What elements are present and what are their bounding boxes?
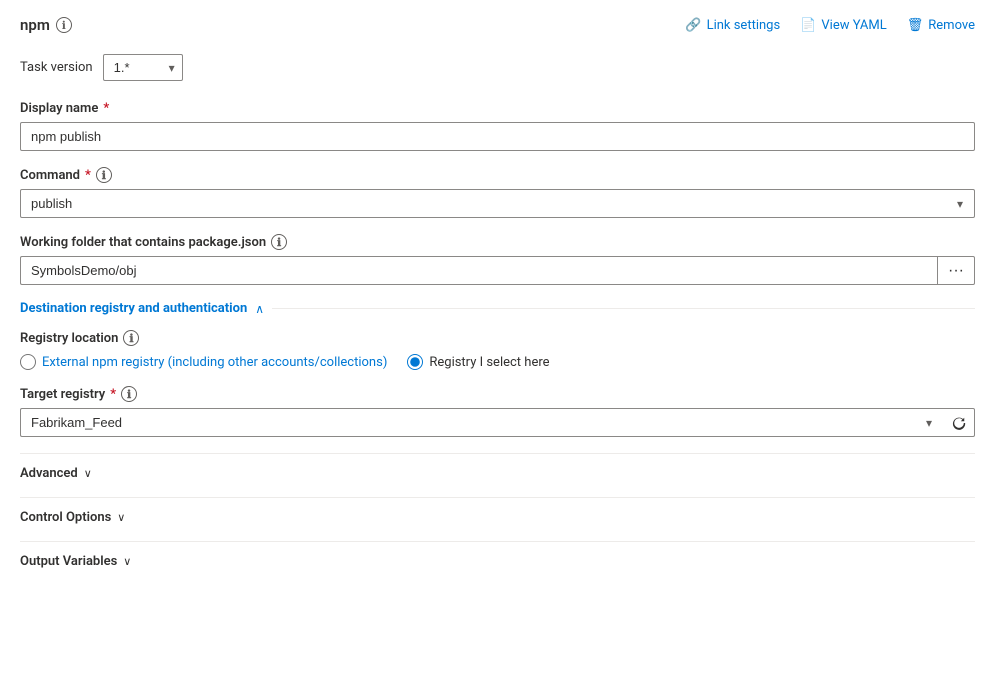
- advanced-title: Advanced: [20, 466, 78, 481]
- command-label: Command * ℹ: [20, 167, 975, 183]
- link-settings-label: Link settings: [707, 18, 781, 33]
- working-folder-info-icon[interactable]: ℹ: [271, 234, 287, 250]
- command-select-wrapper: publish install custom ▾: [20, 189, 975, 218]
- advanced-header[interactable]: Advanced ∨: [20, 453, 975, 493]
- target-registry-select-wrapper: Fabrikam_Feed ▾: [20, 408, 944, 437]
- registry-select-here-label: Registry I select here: [429, 355, 549, 370]
- task-version-select[interactable]: 1.* 2.* 0.*: [103, 54, 183, 81]
- working-folder-input-row: ···: [20, 256, 975, 285]
- working-folder-label: Working folder that contains package.jso…: [20, 234, 975, 250]
- remove-icon: 🗑: [907, 18, 924, 33]
- npm-info-icon[interactable]: ℹ: [56, 17, 72, 33]
- control-options-header[interactable]: Control Options ∨: [20, 497, 975, 537]
- control-options-section: Control Options ∨: [20, 497, 975, 537]
- registry-location-label: Registry location ℹ: [20, 330, 975, 346]
- display-name-group: Display name *: [20, 101, 975, 151]
- link-settings-action[interactable]: 🔗 Link settings: [685, 18, 780, 33]
- task-version-select-wrapper: 1.* 2.* 0.* ▾: [103, 54, 183, 81]
- top-actions: 🔗 Link settings 📄 View YAML 🗑 Remove: [685, 18, 975, 33]
- display-name-input[interactable]: [20, 122, 975, 151]
- control-options-chevron-icon: ∨: [117, 511, 125, 524]
- command-select[interactable]: publish install custom: [20, 189, 975, 218]
- output-variables-chevron-icon: ∨: [123, 555, 131, 568]
- target-registry-info-icon[interactable]: ℹ: [121, 386, 137, 402]
- registry-location-radio-group: External npm registry (including other a…: [20, 354, 975, 370]
- output-variables-title: Output Variables: [20, 554, 117, 569]
- command-group: Command * ℹ publish install custom ▾: [20, 167, 975, 218]
- command-required: *: [85, 168, 91, 183]
- registry-select-here-option[interactable]: Registry I select here: [407, 354, 549, 370]
- target-registry-group: Target registry * ℹ Fabrikam_Feed ▾: [20, 386, 975, 437]
- target-registry-input-row: Fabrikam_Feed ▾: [20, 408, 975, 437]
- target-registry-label: Target registry * ℹ: [20, 386, 975, 402]
- registry-location-info-icon[interactable]: ℹ: [123, 330, 139, 346]
- output-variables-section: Output Variables ∨: [20, 541, 975, 581]
- registry-location-group: Registry location ℹ External npm registr…: [20, 330, 975, 370]
- target-registry-select[interactable]: Fabrikam_Feed: [20, 408, 944, 437]
- destination-section-title: Destination registry and authentication: [20, 301, 247, 316]
- destination-section-chevron-icon[interactable]: ∧: [255, 302, 264, 316]
- target-registry-refresh-button[interactable]: [944, 408, 975, 437]
- registry-external-option[interactable]: External npm registry (including other a…: [20, 354, 387, 370]
- registry-select-here-radio[interactable]: [407, 354, 423, 370]
- remove-action[interactable]: 🗑 Remove: [907, 18, 975, 33]
- view-yaml-action[interactable]: 📄 View YAML: [800, 18, 887, 33]
- remove-label: Remove: [928, 18, 975, 33]
- advanced-section: Advanced ∨: [20, 453, 975, 493]
- task-version-label: Task version: [20, 60, 93, 75]
- registry-external-label: External npm registry (including other a…: [42, 355, 387, 370]
- yaml-icon: 📄: [800, 18, 816, 33]
- output-variables-header[interactable]: Output Variables ∨: [20, 541, 975, 581]
- link-icon: 🔗: [685, 18, 701, 33]
- advanced-chevron-icon: ∨: [84, 467, 92, 480]
- working-folder-group: Working folder that contains package.jso…: [20, 234, 975, 285]
- view-yaml-label: View YAML: [821, 18, 886, 33]
- target-registry-required: *: [110, 387, 116, 402]
- destination-section-line: [272, 308, 975, 309]
- working-folder-input[interactable]: [20, 256, 937, 285]
- destination-section-header[interactable]: Destination registry and authentication …: [20, 301, 975, 316]
- registry-external-radio[interactable]: [20, 354, 36, 370]
- task-version-row: Task version 1.* 2.* 0.* ▾: [20, 54, 975, 81]
- display-name-required: *: [103, 101, 109, 116]
- page-title: npm: [20, 16, 50, 34]
- control-options-title: Control Options: [20, 510, 111, 525]
- refresh-icon: [952, 416, 966, 430]
- working-folder-browse-button[interactable]: ···: [937, 256, 975, 285]
- command-info-icon[interactable]: ℹ: [96, 167, 112, 183]
- display-name-label: Display name *: [20, 101, 975, 116]
